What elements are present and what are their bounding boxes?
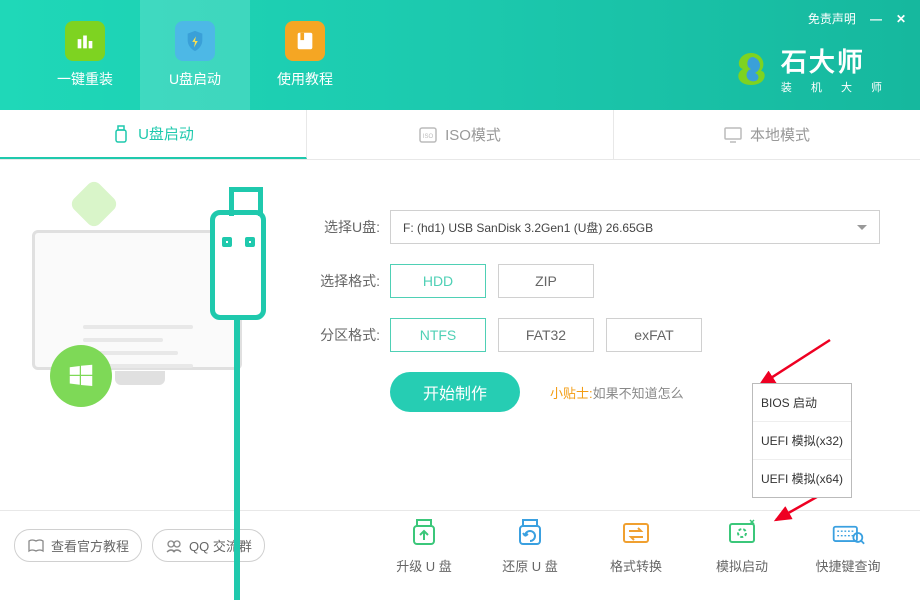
action-simulate[interactable]: 模拟启动 [694, 516, 790, 575]
action-convert[interactable]: 格式转换 [588, 516, 684, 575]
popup-uefi32[interactable]: UEFI 模拟(x32) [753, 422, 851, 460]
tip-label: 小贴士: [550, 386, 593, 401]
action-restore[interactable]: 还原 U 盘 [482, 516, 578, 575]
action-upgrade[interactable]: 升级 U 盘 [376, 516, 472, 575]
nav-label: 使用教程 [277, 69, 333, 89]
pill-label: QQ 交流群 [189, 536, 252, 555]
partition-ntfs[interactable]: NTFS [390, 318, 486, 352]
disk-value: F: (hd1) USB SanDisk 3.2Gen1 (U盘) 26.65G… [403, 219, 653, 236]
usb-icon [112, 125, 130, 143]
mode-tab-usb[interactable]: U盘启动 [0, 110, 307, 159]
usb-cycle-icon [513, 516, 547, 550]
illustration [0, 160, 300, 510]
window-controls: 免责声明 — ✕ [808, 10, 906, 27]
format-zip[interactable]: ZIP [498, 264, 594, 298]
partition-label: 分区格式: [310, 325, 380, 345]
svg-text:ISO: ISO [423, 134, 434, 140]
disk-label: 选择U盘: [310, 217, 380, 237]
brand-logo: 石大师 装 机 大 师 [731, 42, 890, 95]
format-label: 选择格式: [310, 271, 380, 291]
official-tutorial-button[interactable]: 查看官方教程 [14, 529, 142, 562]
action-label: 格式转换 [610, 556, 662, 575]
mode-tab-iso[interactable]: ISO ISO模式 [307, 110, 614, 159]
simulate-icon [725, 516, 759, 550]
monitor-icon [724, 126, 742, 144]
action-label: 快捷键查询 [815, 556, 880, 575]
close-button[interactable]: ✕ [896, 12, 906, 26]
brand-sub: 装 机 大 师 [781, 79, 890, 95]
nav-tab-tutorial[interactable]: 使用教程 [250, 0, 360, 110]
footer: 查看官方教程 QQ 交流群 升级 U 盘 还原 U 盘 格式转换 [0, 510, 920, 580]
header: 一键重装 U盘启动 使用教程 免责声明 — ✕ 石大师 装 机 大 师 [0, 0, 920, 110]
action-shortcut[interactable]: 快捷键查询 [800, 516, 896, 575]
iso-icon: ISO [419, 126, 437, 144]
windows-icon [50, 345, 112, 407]
qq-group-button[interactable]: QQ 交流群 [152, 529, 265, 562]
boot-mode-popup: BIOS 启动 UEFI 模拟(x32) UEFI 模拟(x64) [752, 383, 852, 498]
convert-icon [619, 516, 653, 550]
shield-bolt-icon [175, 21, 215, 61]
book-open-icon [27, 537, 45, 555]
nav-label: 一键重装 [57, 69, 113, 89]
start-button[interactable]: 开始制作 [390, 372, 520, 412]
action-label: 还原 U 盘 [502, 556, 558, 575]
nav-tabs: 一键重装 U盘启动 使用教程 [0, 0, 360, 110]
partition-fat32[interactable]: FAT32 [498, 318, 594, 352]
pill-label: 查看官方教程 [51, 536, 129, 555]
action-label: 升级 U 盘 [396, 556, 452, 575]
partition-exfat[interactable]: exFAT [606, 318, 702, 352]
action-label: 模拟启动 [716, 556, 768, 575]
brand-name: 石大师 [781, 42, 890, 79]
bar-chart-icon [65, 21, 105, 61]
minimize-button[interactable]: — [870, 12, 882, 26]
usb-up-icon [407, 516, 441, 550]
mode-tab-local[interactable]: 本地模式 [614, 110, 920, 159]
nav-tab-reinstall[interactable]: 一键重装 [30, 0, 140, 110]
book-icon [285, 21, 325, 61]
format-hdd[interactable]: HDD [390, 264, 486, 298]
mode-label: ISO模式 [445, 124, 501, 145]
logo-icon [731, 49, 771, 89]
popup-uefi64[interactable]: UEFI 模拟(x64) [753, 460, 851, 497]
nav-label: U盘启动 [169, 69, 221, 89]
popup-bios[interactable]: BIOS 启动 [753, 384, 851, 422]
disk-select[interactable]: F: (hd1) USB SanDisk 3.2Gen1 (U盘) 26.65G… [390, 210, 880, 244]
mode-label: 本地模式 [750, 124, 810, 145]
keyboard-search-icon [831, 516, 865, 550]
mode-label: U盘启动 [138, 123, 194, 144]
disclaimer-link[interactable]: 免责声明 [808, 10, 856, 27]
group-icon [165, 537, 183, 555]
nav-tab-usb-boot[interactable]: U盘启动 [140, 0, 250, 110]
mode-tabs: U盘启动 ISO ISO模式 本地模式 [0, 110, 920, 160]
